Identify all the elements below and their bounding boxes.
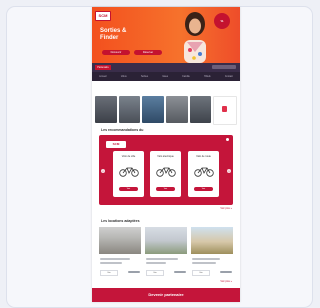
promo-logo: SCM <box>106 141 126 148</box>
nav-item[interactable]: Accueil <box>99 76 106 78</box>
site-logo[interactable]: SCM <box>95 11 111 21</box>
product-card[interactable]: Vélo de ville Voir <box>113 151 144 197</box>
website-preview: SCM Sorties & Finder Découvrir Réserver … <box>92 7 240 302</box>
footer-cta-button[interactable]: Devenir partenaire <box>92 288 240 302</box>
rentals-list: Voir Voir Voir <box>99 227 233 277</box>
sub-header-links[interactable] <box>212 65 236 69</box>
rental-title-line <box>192 258 220 260</box>
hero-title-line1: Sorties & <box>100 28 127 34</box>
rental-title-line <box>100 258 130 260</box>
rental-detail-line <box>146 262 166 264</box>
rental-title-line <box>146 258 178 260</box>
info-icon[interactable] <box>226 138 229 141</box>
category-thumbnail[interactable] <box>95 96 117 123</box>
rental-button[interactable]: Voir <box>146 270 164 276</box>
hero-title: Sorties & Finder <box>100 28 160 42</box>
category-thumbnail[interactable] <box>118 96 141 123</box>
nav-item[interactable]: Sorties <box>141 76 148 78</box>
hero-primary-button[interactable]: Découvrir <box>102 50 130 55</box>
product-button[interactable]: Voir <box>194 187 213 191</box>
category-thumbnail-more[interactable] <box>213 96 238 125</box>
nav-item[interactable]: Hôtels <box>204 76 211 78</box>
rental-button[interactable]: Voir <box>192 270 210 276</box>
rental-price <box>174 271 186 273</box>
partner-tag[interactable]: Partenaire <box>95 65 111 70</box>
see-more-link-rentals[interactable]: Voir plus » <box>220 280 232 283</box>
main-navigation: Accueil Vélos Sorties Idées Famille Hôte… <box>92 72 240 81</box>
product-button[interactable]: Voir <box>119 187 138 191</box>
hero-title-line2: Finder <box>100 35 119 41</box>
product-card[interactable]: Vélo de route Voir <box>188 151 219 197</box>
rental-card[interactable]: Voir <box>191 227 233 277</box>
category-thumbnail[interactable] <box>166 96 188 123</box>
product-title: Vélo électrique <box>157 155 174 158</box>
see-more-link[interactable]: Voir plus » <box>220 207 232 210</box>
rental-image <box>145 227 187 254</box>
rental-detail-line <box>100 262 122 264</box>
rental-image <box>99 227 141 254</box>
sub-header-bar: Partenaire <box>92 63 240 72</box>
product-title: Vélo de route <box>196 155 211 158</box>
product-title: Vélo de ville <box>121 155 136 158</box>
carousel-prev-icon[interactable]: ‹ <box>101 169 105 173</box>
rental-button[interactable]: Voir <box>100 270 118 276</box>
product-card[interactable]: Vélo électrique Voir <box>150 151 181 197</box>
bike-icon <box>119 167 139 177</box>
rental-image <box>191 227 233 254</box>
hero-secondary-button[interactable]: Réserver <box>134 50 162 55</box>
carousel-next-icon[interactable]: › <box>227 169 231 173</box>
recommendations-carousel: SCM ‹ › Vélo de ville Voir Vélo électriq… <box>99 135 233 205</box>
rental-card[interactable]: Voir <box>99 227 141 277</box>
rental-price <box>128 271 140 273</box>
bike-icon <box>194 167 214 177</box>
nav-item[interactable]: Idées <box>162 76 168 78</box>
rental-card[interactable]: Voir <box>145 227 187 277</box>
bike-icon <box>156 167 176 177</box>
rental-detail-line <box>192 262 216 264</box>
category-thumbnails <box>95 96 238 125</box>
category-thumbnail[interactable] <box>189 96 212 123</box>
promo-badge[interactable]: % <box>214 13 230 29</box>
nav-item[interactable]: Famille <box>182 76 189 78</box>
nav-item[interactable]: Contact <box>225 76 233 78</box>
rentals-heading: Les locations adaptées <box>101 219 140 223</box>
product-button[interactable]: Voir <box>156 187 175 191</box>
hero-banner: SCM Sorties & Finder Découvrir Réserver … <box>92 7 240 63</box>
rental-price <box>220 271 232 273</box>
recommendations-heading: Les recommandations du <box>101 128 144 132</box>
hero-person-image <box>184 12 206 63</box>
category-thumbnail[interactable] <box>142 96 165 123</box>
nav-item[interactable]: Vélos <box>121 76 127 78</box>
